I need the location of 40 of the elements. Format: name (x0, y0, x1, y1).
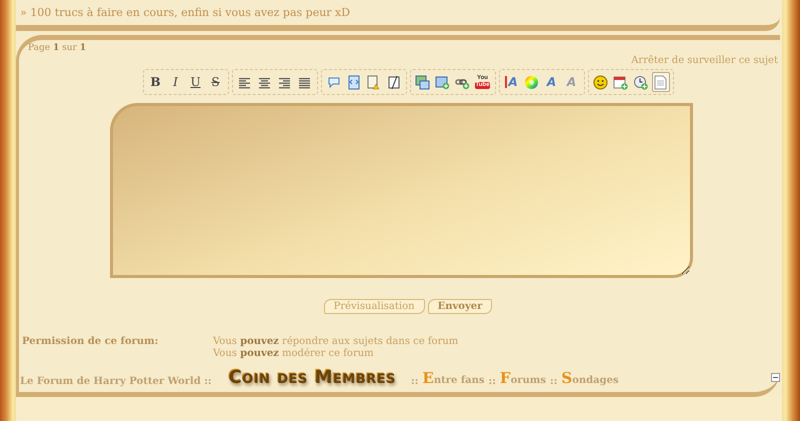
calendar-icon (613, 74, 628, 90)
message-field[interactable] (110, 103, 693, 278)
align-center-icon (258, 76, 271, 88)
permission-title: Permission de ce forum: (22, 336, 160, 349)
align-left-icon (238, 76, 251, 88)
minimize-icon[interactable] (771, 373, 780, 382)
font-size-button[interactable]: A (502, 72, 520, 92)
align-right-icon (278, 76, 291, 88)
pagination-text: Page 1 sur 1 (28, 43, 87, 53)
script-page-icon (346, 74, 360, 90)
bold-button[interactable]: B (146, 72, 164, 92)
font-button[interactable]: A (542, 72, 560, 92)
permission-line: Vous pouvez modérer ce forum (213, 348, 375, 360)
breadcrumb-separator: :: (488, 376, 496, 387)
picture-icon (415, 74, 430, 90)
warning-page-icon (366, 74, 380, 90)
color-wheel-icon (524, 74, 539, 90)
forum-home-link[interactable]: Le Forum de Harry Potter World :: (20, 376, 212, 387)
breadcrumb-separator: :: (550, 376, 558, 387)
crossed-page-icon (386, 74, 400, 90)
strike-button[interactable]: S (206, 72, 224, 92)
breadcrumb-separator: :: (411, 376, 418, 387)
breadcrumb-link[interactable]: Entre fans (422, 369, 485, 387)
unwatch-topic-link[interactable]: Arrêter de surveiller ce sujet (631, 55, 778, 66)
previous-post-link[interactable]: » 100 trucs à faire en cours, enfin si vous avez pas peur xD (20, 6, 350, 19)
smiley-icon (593, 74, 608, 90)
justify-icon (298, 76, 311, 88)
clock-icon (633, 74, 648, 90)
permission-line: Vous pouvez répondre aux sujets dans ce forum (213, 336, 460, 348)
source-button[interactable] (652, 72, 670, 92)
breadcrumb-link[interactable]: Forums (500, 369, 546, 387)
underline-button[interactable]: U (186, 72, 204, 92)
italic-button[interactable]: I (166, 72, 184, 92)
document-icon (654, 74, 667, 90)
preview-button[interactable]: Prévisualisation (324, 299, 425, 314)
breadcrumb-link[interactable]: Sondages (561, 369, 619, 387)
picture-add-icon (435, 74, 450, 90)
clear-format-button[interactable]: A (562, 72, 580, 92)
speech-bubble-icon (326, 76, 340, 88)
submit-button[interactable]: Envoyer (428, 299, 492, 314)
